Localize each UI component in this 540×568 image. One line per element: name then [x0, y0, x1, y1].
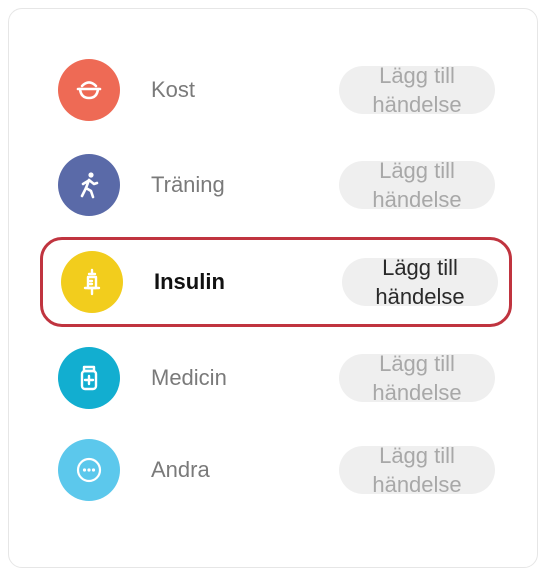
- category-label: Kost: [151, 77, 196, 102]
- add-event-button-label: Lägg till händelse: [372, 158, 462, 212]
- category-row-medicin: Medicin Lägg till händelse: [40, 333, 512, 423]
- category-label: Medicin: [151, 365, 227, 390]
- syringe-icon: [61, 251, 123, 313]
- more-dots-icon: [58, 439, 120, 501]
- medicine-bottle-icon: [58, 347, 120, 409]
- category-label: Insulin: [154, 269, 225, 294]
- add-event-button-andra[interactable]: Lägg till händelse: [339, 443, 495, 497]
- category-row-kost: Kost Lägg till händelse: [40, 45, 512, 135]
- add-event-button-label: Lägg till händelse: [372, 351, 462, 405]
- add-event-button-label: Lägg till händelse: [372, 443, 462, 497]
- add-event-button-kost[interactable]: Lägg till händelse: [339, 63, 495, 117]
- category-row-insulin: Insulin Lägg till händelse: [40, 237, 512, 327]
- category-label: Träning: [151, 172, 225, 197]
- category-label: Andra: [151, 457, 210, 482]
- add-event-button-medicin[interactable]: Lägg till händelse: [339, 351, 495, 405]
- add-event-button-label: Lägg till händelse: [372, 63, 462, 117]
- category-row-traning: Träning Lägg till händelse: [40, 140, 512, 230]
- walking-person-icon: [58, 154, 120, 216]
- category-row-andra: Andra Lägg till händelse: [40, 425, 512, 515]
- add-event-button-traning[interactable]: Lägg till händelse: [339, 158, 495, 212]
- add-event-button-label: Lägg till händelse: [375, 255, 465, 309]
- bowl-icon: [58, 59, 120, 121]
- add-event-button-insulin[interactable]: Lägg till händelse: [342, 255, 498, 309]
